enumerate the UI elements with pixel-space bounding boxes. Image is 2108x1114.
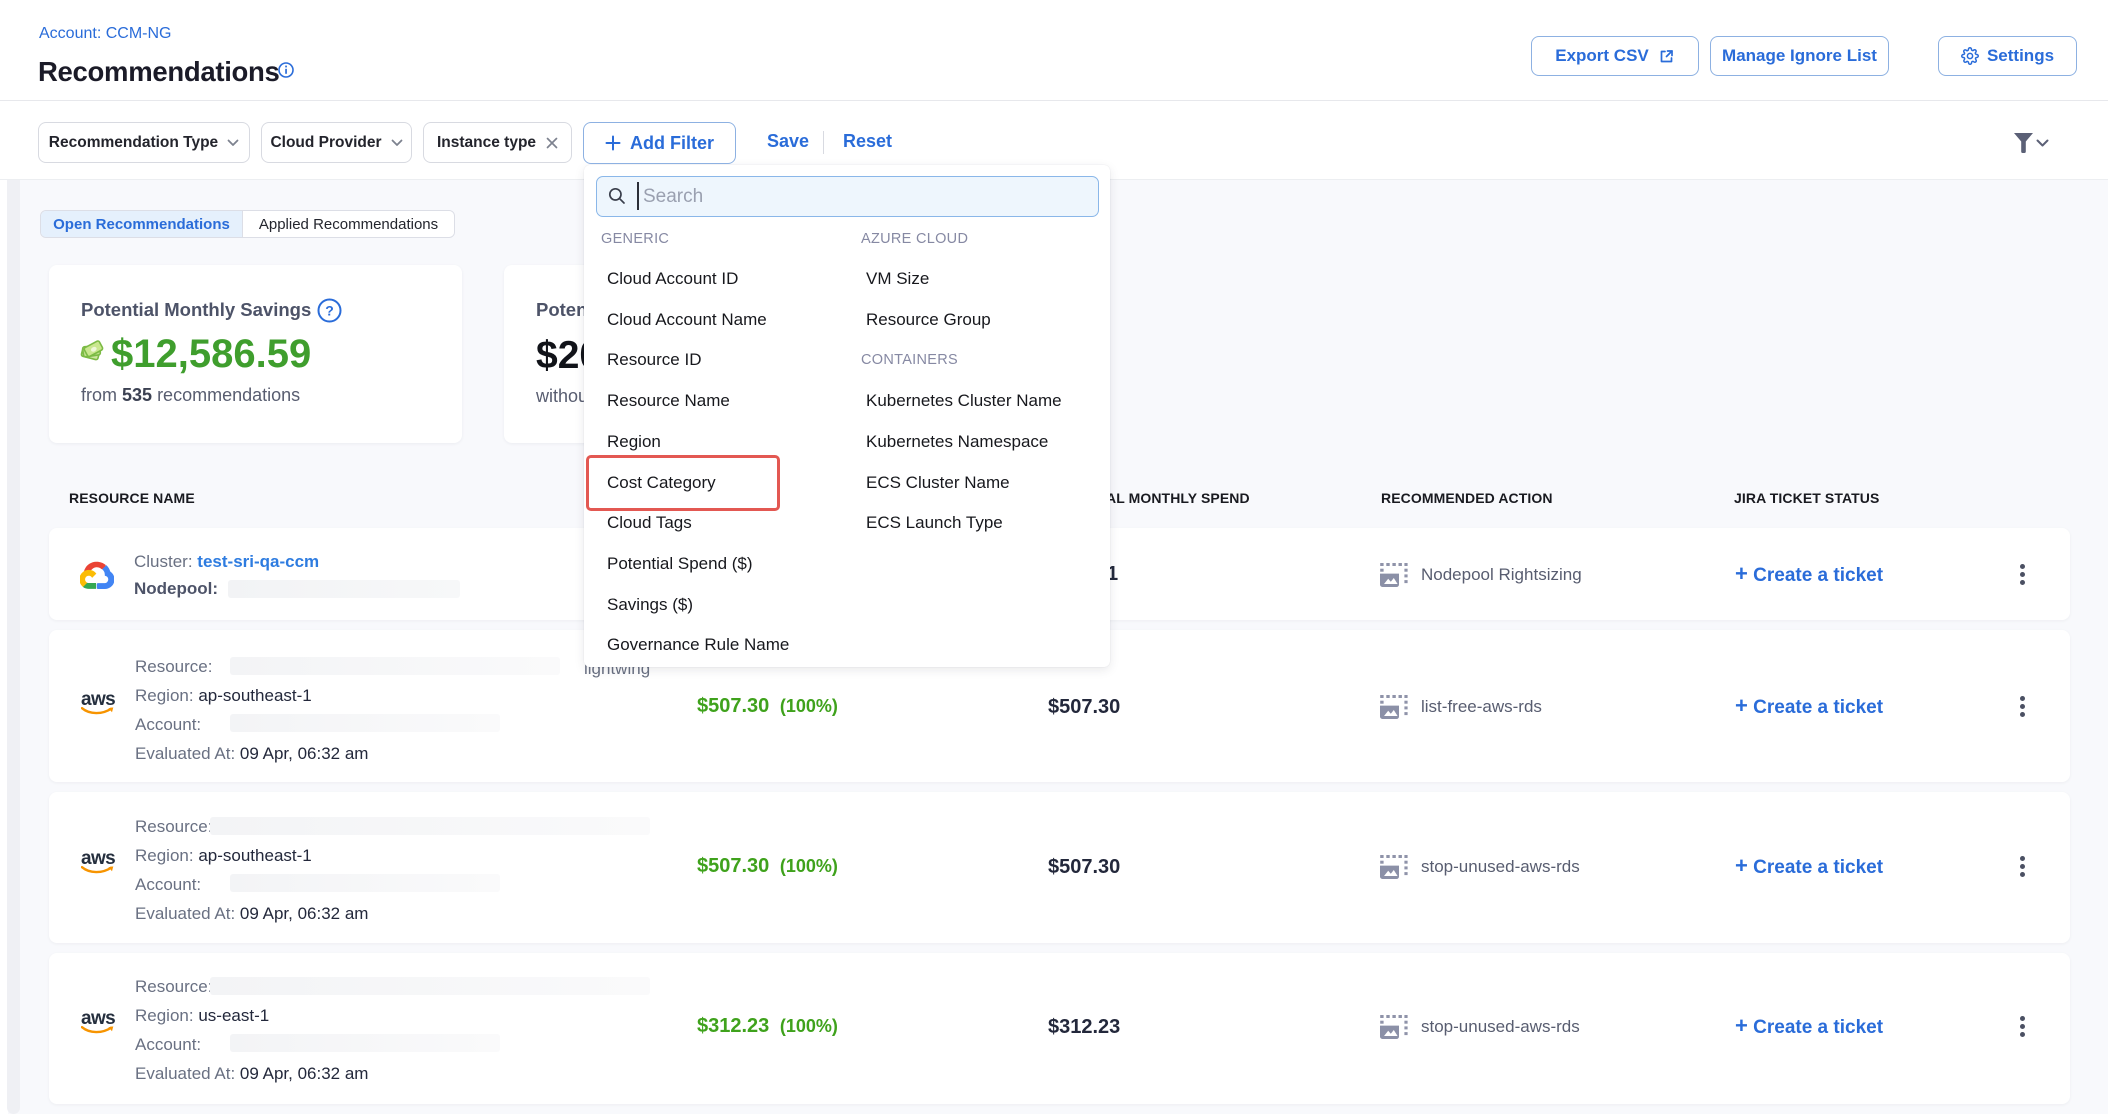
svg-text:?: ? [325,302,334,318]
